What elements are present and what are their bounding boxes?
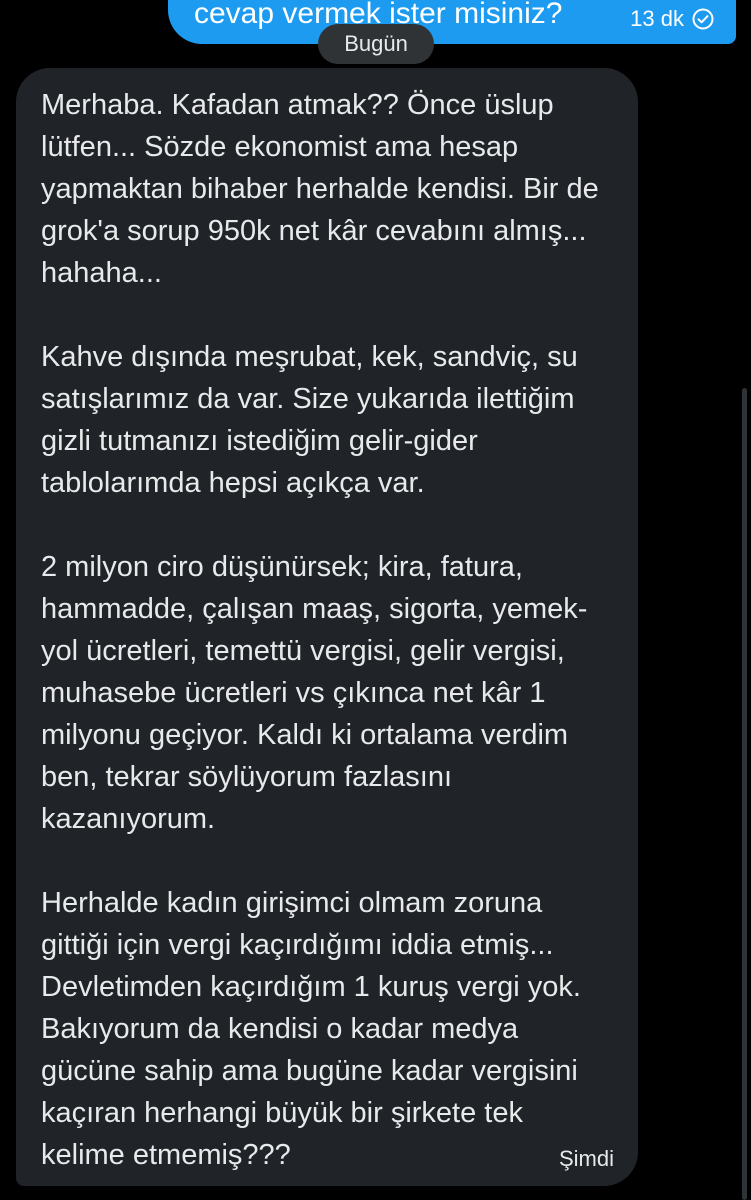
message-paragraph-4: Herhalde kadın girişimci olmam zoruna gi… — [41, 887, 581, 1171]
sent-message-meta: 13 dk — [630, 6, 714, 32]
scrollbar[interactable] — [742, 388, 747, 1200]
received-message-bubble[interactable]: Merhaba. Kafadan atmak?? Önce üslup lütf… — [16, 68, 638, 1186]
received-message-time: Şimdi — [558, 1146, 614, 1171]
dm-conversation-screen: cevap vermek ister misiniz? 13 dk Bugün … — [0, 0, 751, 1200]
date-separator: Bugün — [318, 24, 434, 64]
message-paragraph-3: 2 milyon ciro düşünürsek; kira, fatura, … — [41, 551, 588, 835]
sent-message-time: 13 dk — [630, 6, 684, 31]
message-paragraph-2: Kahve dışında meşrubat, kek, sandviç, su… — [41, 341, 578, 499]
message-paragraph-1: Merhaba. Kafadan atmak?? Önce üslup lütf… — [41, 89, 599, 289]
sent-message-bubble[interactable]: cevap vermek ister misiniz? 13 dk — [168, 0, 736, 44]
check-circle-icon — [692, 8, 714, 30]
